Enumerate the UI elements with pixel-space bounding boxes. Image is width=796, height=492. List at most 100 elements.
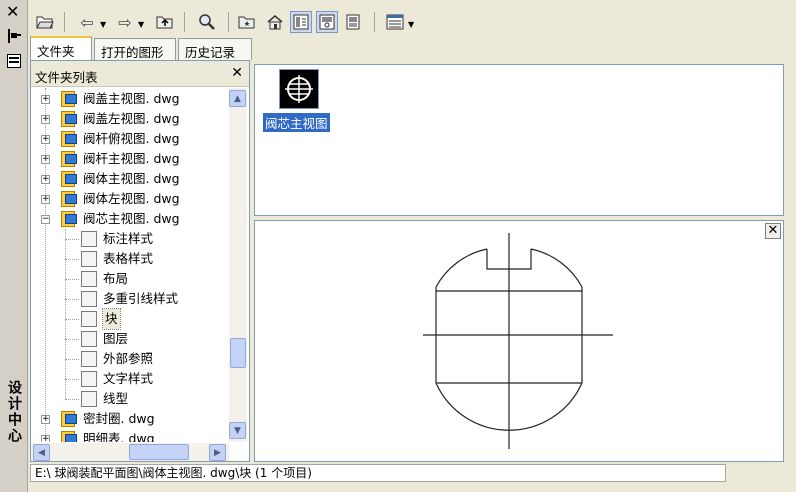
tree-item-label: 外部参照 [103,351,154,366]
tree-item-category[interactable]: 图层 [31,329,227,349]
expand-icon[interactable]: + [41,135,50,144]
collapse-icon[interactable]: − [41,215,50,224]
folder-list-header: 文件夹列表 ✕ [31,61,249,87]
valve-core-drawing [423,233,613,449]
tree-horizontal-scroll-thumb[interactable] [129,444,189,460]
preview-pane: ✕ [254,220,784,462]
palette-titlebar[interactable]: ✕ 设计中心 [0,0,28,492]
expand-icon[interactable]: + [41,415,50,424]
scroll-left-icon[interactable]: ◀ [33,444,50,461]
tree-item-label: 阀体左视图. dwg [83,191,180,206]
preview-icon[interactable] [316,11,338,33]
tree-item-drawing[interactable]: + 密封圈. dwg [31,409,227,429]
dwg-file-icon [61,151,77,167]
back-dropdown-icon[interactable]: ▼ [100,20,106,29]
expand-icon[interactable]: + [41,435,50,442]
tree-item-label: 阀芯主视图. dwg [83,211,180,226]
tab-history[interactable]: 历史记录 [178,38,252,60]
forward-dropdown-icon[interactable]: ▼ [138,20,144,29]
category-icon [81,351,97,367]
tree-item-label: 明细表. dwg [83,431,155,442]
category-icon [81,311,97,327]
up-icon[interactable] [154,11,176,33]
category-icon [81,271,97,287]
tab-folders[interactable]: 文件夹 [30,36,92,61]
tree-toggle-icon[interactable] [290,11,312,33]
tree-item-drawing[interactable]: − 阀芯主视图. dwg [31,209,227,229]
dwg-file-icon [61,191,77,207]
tree-item-label: 表格样式 [103,251,154,266]
close-palette-icon[interactable]: ✕ [6,4,19,20]
scroll-up-icon[interactable]: ▲ [229,90,246,107]
category-icon [81,231,97,247]
favorites-icon[interactable] [236,11,258,33]
tree-item-category[interactable]: 线型 [31,389,227,409]
tree-vertical-scroll-thumb[interactable] [230,338,246,368]
category-icon [81,371,97,387]
close-tree-icon[interactable]: ✕ [231,65,243,81]
folder-list-title: 文件夹列表 [35,70,98,85]
home-icon[interactable] [264,11,286,33]
tree-item-label: 线型 [103,391,129,406]
dwg-file-icon [61,91,77,107]
tree-item-label: 阀盖主视图. dwg [83,91,180,106]
dwg-file-icon [61,431,77,442]
tab-open-drawings[interactable]: 打开的图形 [94,38,176,60]
dwg-file-icon [61,131,77,147]
folder-tree-panel: 文件夹列表 ✕ + 阀盖主视图. dwg + 阀盖左视图. dwg + 阀杆俯视图. dw… [30,60,250,462]
tree-item-category[interactable]: 块 [31,308,227,330]
load-icon[interactable] [34,11,56,33]
autohide-icon[interactable] [7,28,21,44]
tree-item-drawing[interactable]: + 阀杆主视图. dwg [31,149,227,169]
toolbar: ⇦ ▼ ⇨ ▼ ▼ [28,4,792,38]
tree-item-category[interactable]: 文字样式 [31,369,227,389]
scroll-down-icon[interactable]: ▼ [229,422,246,439]
category-icon [81,251,97,267]
tree-item-category[interactable]: 布局 [31,269,227,289]
category-icon [81,331,97,347]
expand-icon[interactable]: + [41,115,50,124]
tree-item-label: 阀杆主视图. dwg [83,151,180,166]
tree-item-label: 密封圈. dwg [83,411,155,426]
properties-icon[interactable] [7,54,21,68]
tree-item-label: 阀体主视图. dwg [83,171,180,186]
folder-tree[interactable]: + 阀盖主视图. dwg + 阀盖左视图. dwg + 阀杆俯视图. dwg + 阀杆主视图.… [31,88,227,442]
tree-item-label: 标注样式 [103,231,154,246]
content-area: 阀芯主视图 [254,64,784,216]
back-icon[interactable]: ⇦ [76,11,98,33]
views-dropdown-icon[interactable]: ▼ [408,20,414,29]
palette-title: 设计中心 [6,380,22,444]
tree-vertical-scrollbar[interactable]: ▲ ▼ [229,88,247,442]
tree-item-drawing[interactable]: + 阀杆俯视图. dwg [31,129,227,149]
dwg-file-icon [61,111,77,127]
category-icon [81,291,97,307]
dwg-file-icon [61,211,77,227]
expand-icon[interactable]: + [41,95,50,104]
expand-icon[interactable]: + [41,175,50,184]
scroll-right-icon[interactable]: ▶ [209,444,226,461]
description-icon[interactable] [342,11,364,33]
tree-item-category[interactable]: 多重引线样式 [31,289,227,309]
tree-horizontal-scrollbar[interactable]: ◀ ▶ [31,443,229,461]
expand-icon[interactable]: + [41,195,50,204]
tree-item-drawing[interactable]: + 阀盖主视图. dwg [31,89,227,109]
tree-item-drawing[interactable]: + 阀体主视图. dwg [31,169,227,189]
tree-item-drawing[interactable]: + 明细表. dwg [31,429,227,442]
block-thumbnail[interactable] [279,69,319,109]
search-icon[interactable] [196,11,218,33]
block-item-label[interactable]: 阀芯主视图 [263,113,330,132]
tree-item-label: 阀盖左视图. dwg [83,111,180,126]
tree-item-category[interactable]: 外部参照 [31,349,227,369]
tree-item-label: 文字样式 [103,371,154,386]
dwg-file-icon [61,411,77,427]
tree-item-category[interactable]: 标注样式 [31,229,227,249]
expand-icon[interactable]: + [41,155,50,164]
status-bar: E:\ 球阀装配平面图\阀体主视图. dwg\块 (1 个项目) [30,464,726,482]
views-icon[interactable] [384,11,406,33]
tree-item-drawing[interactable]: + 阀体左视图. dwg [31,189,227,209]
tree-item-category[interactable]: 表格样式 [31,249,227,269]
tree-item-label: 块 [102,308,121,330]
forward-icon[interactable]: ⇨ [114,11,136,33]
tree-item-label: 阀杆俯视图. dwg [83,131,180,146]
tree-item-drawing[interactable]: + 阀盖左视图. dwg [31,109,227,129]
